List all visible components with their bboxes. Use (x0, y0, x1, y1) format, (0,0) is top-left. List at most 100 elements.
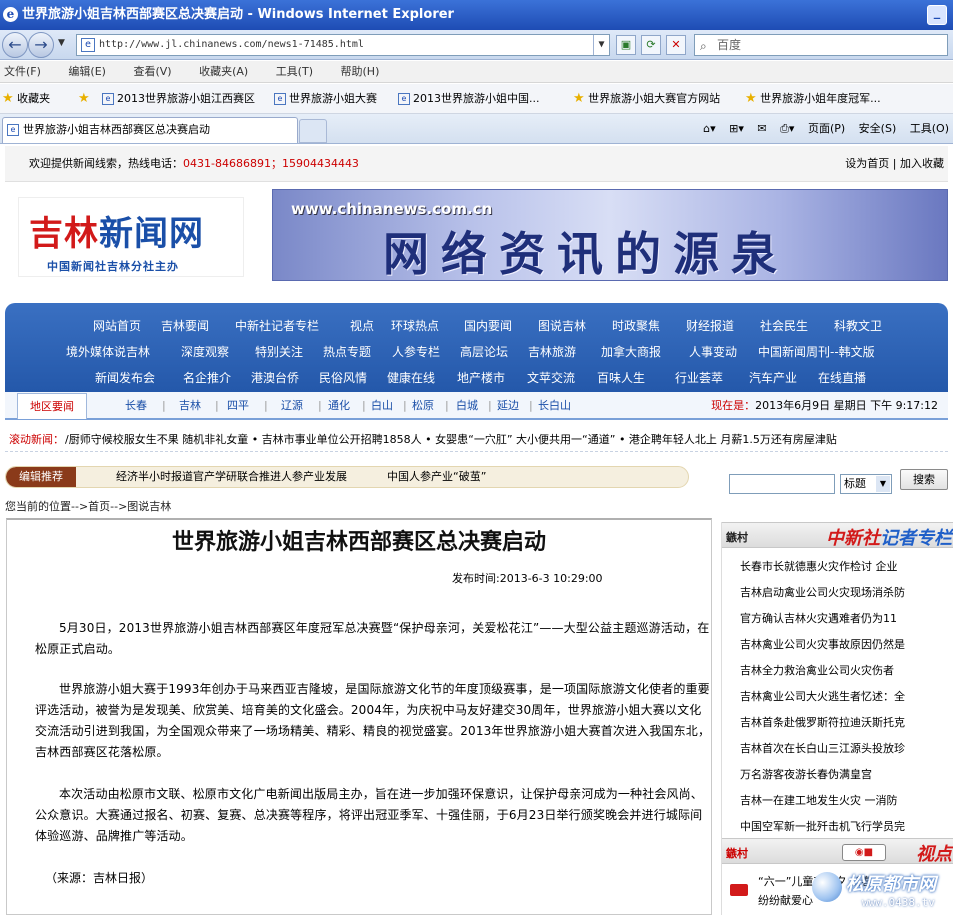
nav-item[interactable]: 图说吉林 (538, 313, 586, 339)
back-arrow-icon[interactable]: ← (2, 32, 28, 58)
list-item[interactable]: 吉林全力救治禽业公司火灾伤者 (740, 662, 950, 678)
address-dropdown-icon[interactable]: ▼ (593, 35, 609, 55)
favorites-button[interactable]: ★ 收藏夹 (2, 84, 50, 113)
district-link[interactable]: 延边 (497, 392, 519, 420)
nav-item[interactable]: 民俗风情 (319, 365, 367, 391)
banner-slogan: 网络资讯的源泉 (383, 227, 789, 281)
favorite-link-1[interactable]: e 2013世界旅游小姐江西赛区 (102, 84, 255, 113)
list-item[interactable]: 长春市长就德惠火灾作检讨 企业 (740, 558, 950, 574)
add-favorite-icon[interactable]: ★ (78, 84, 90, 113)
editor-pick-link[interactable]: 经济半小时报道官产学研联合推进人参产业发展 (116, 467, 347, 487)
nav-item[interactable]: 特别关注 (255, 339, 303, 365)
list-item[interactable]: 吉林禽业公司大火逃生者忆述：全 (740, 688, 950, 704)
nav-item[interactable]: 新闻发布会 (95, 365, 155, 391)
refresh-icon[interactable]: ⟳ (641, 35, 661, 55)
nav-item[interactable]: 健康在线 (387, 365, 435, 391)
district-link[interactable]: 白山 (371, 392, 393, 420)
favorite-link-4[interactable]: ★ 世界旅游小姐大赛官方网站 (573, 84, 720, 113)
nav-item[interactable]: 环球热点 (391, 313, 439, 339)
search-input[interactable]: ⌕ 百度 (694, 34, 948, 56)
editor-picks-label: 编辑推荐 (6, 467, 76, 487)
nav-item[interactable]: 中国新闻周刊--韩文版 (758, 339, 875, 365)
nav-item[interactable]: 名企推介 (183, 365, 231, 391)
menu-view[interactable]: 查看(V) (133, 61, 171, 83)
nav-item[interactable]: 在线直播 (818, 365, 866, 391)
menu-favorites[interactable]: 收藏夹(A) (199, 61, 248, 83)
new-tab-button[interactable] (299, 119, 327, 143)
favorite-link-5[interactable]: ★ 世界旅游小姐年度冠军... (745, 84, 881, 113)
history-dropdown-icon[interactable]: ▼ (58, 38, 65, 48)
district-link[interactable]: 通化 (328, 392, 350, 420)
menu-tools[interactable]: 工具(T) (276, 61, 313, 83)
tab-district-news[interactable]: 地区要闻 (17, 393, 87, 419)
district-link[interactable]: 吉林 (179, 392, 201, 420)
mail-icon[interactable]: ✉ (757, 122, 766, 135)
nav-item[interactable]: 吉林要闻 (161, 313, 209, 339)
nav-item[interactable]: 时政聚焦 (612, 313, 660, 339)
nav-item[interactable]: 境外媒体说吉林 (66, 339, 150, 365)
district-link[interactable]: 长春 (125, 392, 147, 420)
list-item[interactable]: 官方确认吉林火灾遇难者仍为11 (740, 610, 950, 626)
district-link[interactable]: 白城 (456, 392, 478, 420)
nav-item[interactable]: 汽车产业 (749, 365, 797, 391)
nav-item[interactable]: 中新社记者专栏 (235, 313, 319, 339)
safety-menu[interactable]: 安全(S) (859, 122, 897, 135)
home-icon[interactable]: ⌂▾ (703, 122, 716, 135)
menu-help[interactable]: 帮助(H) (341, 61, 380, 83)
nav-item[interactable]: 人参专栏 (392, 339, 440, 365)
minimize-button[interactable]: _ (927, 5, 947, 25)
set-home-link[interactable]: 设为首页 (845, 157, 889, 170)
search-field-select[interactable]: 标题 ▼ (840, 474, 892, 494)
nav-item[interactable]: 行业荟萃 (675, 365, 723, 391)
forward-arrow-icon[interactable]: → (28, 32, 54, 58)
compatibility-icon[interactable]: ▣ (616, 35, 636, 55)
district-link[interactable]: 辽源 (281, 392, 303, 420)
nav-item[interactable]: 深度观察 (181, 339, 229, 365)
stop-icon[interactable]: ✕ (666, 35, 686, 55)
nav-item[interactable]: 社会民生 (760, 313, 808, 339)
address-bar[interactable]: e http://www.jl.chinanews.com/news1-7148… (76, 34, 610, 56)
favorite-link-3[interactable]: e 2013世界旅游小姐中国... (398, 84, 539, 113)
print-icon[interactable]: ⎙▾ (780, 122, 794, 135)
nav-item[interactable]: 百味人生 (597, 365, 645, 391)
add-favorites-link[interactable]: 加入收藏 (900, 157, 944, 170)
site-logo[interactable]: 吉林新闻网 中国新闻社吉林分社主办 (18, 197, 244, 277)
nav-item[interactable]: 视点 (350, 313, 374, 339)
nav-item[interactable]: 网站首页 (93, 313, 141, 339)
list-item[interactable]: 中国空军新一批歼击机飞行学员完 (740, 818, 950, 834)
district-link[interactable]: 长白山 (538, 392, 571, 420)
nav-item[interactable]: 吉林旅游 (528, 339, 576, 365)
list-item[interactable]: 吉林一在建工地发生火灾 一消防 (740, 792, 950, 808)
editor-pick-link[interactable]: 中国人参产业“破茧” (387, 467, 486, 487)
nav-item[interactable]: 文苹交流 (527, 365, 575, 391)
menu-file[interactable]: 文件(F) (4, 61, 41, 83)
nav-item[interactable]: 国内要闻 (464, 313, 512, 339)
district-link[interactable]: 松原 (412, 392, 434, 420)
list-item[interactable]: 吉林首次在长白山三江源头投放珍 (740, 740, 950, 756)
menu-edit[interactable]: 编辑(E) (68, 61, 106, 83)
search-button[interactable]: 搜索 (900, 469, 948, 490)
nav-item[interactable]: 地产楼市 (457, 365, 505, 391)
list-item[interactable]: 吉林启动禽业公司火灾现场消杀防 (740, 584, 950, 600)
feeds-icon[interactable]: ⊞▾ (729, 122, 744, 135)
nav-item[interactable]: 热点专题 (323, 339, 371, 365)
header-banner[interactable]: www.chinanews.com.cn 网络资讯的源泉 (272, 189, 948, 281)
tab-active[interactable]: e 世界旅游小姐吉林西部赛区总决赛启动 (2, 117, 298, 143)
nav-item[interactable]: 财经报道 (686, 313, 734, 339)
site-search-input[interactable] (729, 474, 835, 494)
list-item[interactable]: 万名游客夜游长春伪满皇宫 (740, 766, 950, 782)
nav-item[interactable]: 人事变动 (689, 339, 737, 365)
nav-item[interactable]: 港澳台侨 (251, 365, 299, 391)
ticker-text[interactable]: /厨师守候校服女生不果 随机非礼女童 • 吉林市事业单位公开招聘1858人 • … (65, 428, 837, 451)
article-panel: 世界旅游小姐吉林西部赛区总决赛启动 发布时间:2013-6-3 10:29:00… (6, 518, 712, 915)
list-item[interactable]: 吉林首条赴俄罗斯符拉迪沃斯托克 (740, 714, 950, 730)
nav-item[interactable]: 高层论坛 (460, 339, 508, 365)
nav-item[interactable]: 科教文卫 (834, 313, 882, 339)
page-menu[interactable]: 页面(P) (808, 122, 845, 135)
district-link[interactable]: 四平 (227, 392, 249, 420)
tools-menu[interactable]: 工具(O) (910, 122, 949, 135)
list-item[interactable]: 吉林禽业公司火灾事故原因仍然是 (740, 636, 950, 652)
nav-item[interactable]: 加拿大商报 (601, 339, 661, 365)
favorite-link-2[interactable]: e 世界旅游小姐大赛 (274, 84, 377, 113)
ball-icon (812, 872, 842, 902)
